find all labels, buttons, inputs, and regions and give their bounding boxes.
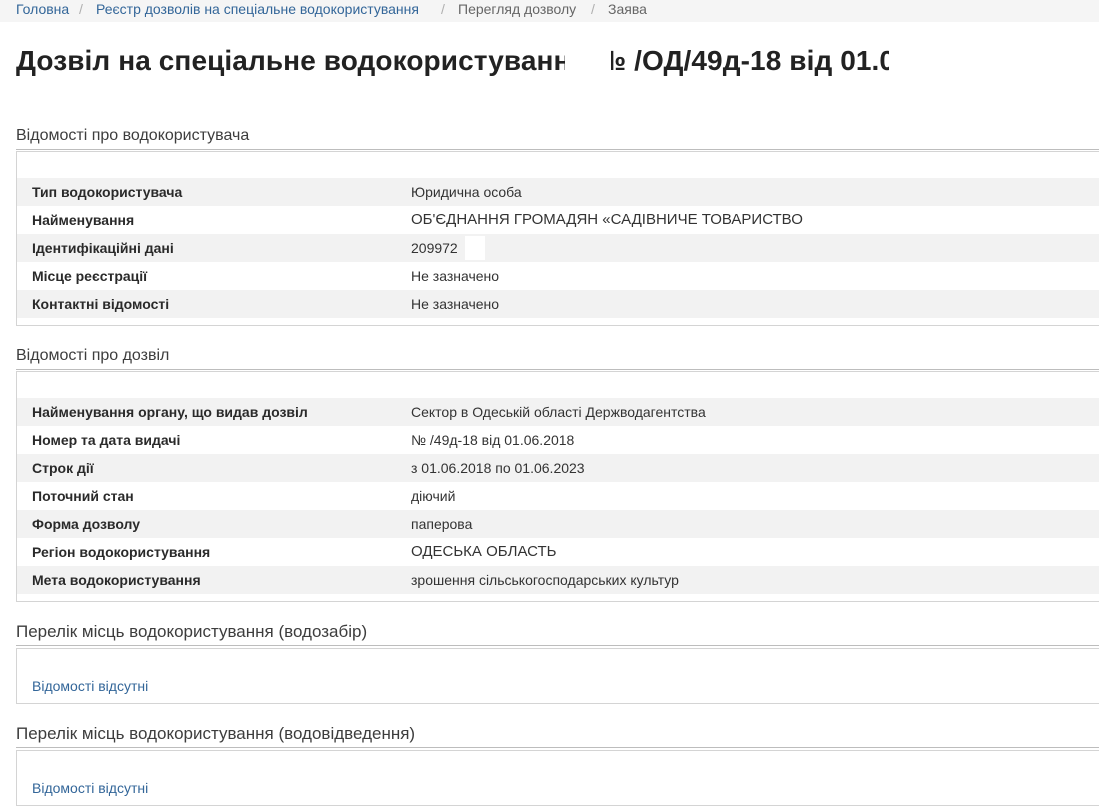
water-user-panel: Тип водокористувача Юридична особа Найме… xyxy=(16,151,1099,326)
row-value: з 01.06.2018 по 01.06.2023 xyxy=(411,460,585,476)
redaction-block xyxy=(565,44,611,78)
row-label: Тип водокористувача xyxy=(32,184,183,200)
row-label: Регіон водокористування xyxy=(32,544,211,560)
info-row-user-type: Тип водокористувача Юридична особа xyxy=(17,178,1099,206)
info-row-region: Регіон водокористування ОДЕСЬКА ОБЛАСТЬ xyxy=(17,538,1099,566)
row-label: Поточний стан xyxy=(32,488,134,504)
breadcrumb-home-link[interactable]: Головна xyxy=(16,0,69,19)
row-label: Мета водокористування xyxy=(32,572,201,588)
breadcrumb-current: Заява xyxy=(608,1,647,17)
info-row-issuing-authority: Найменування органу, що видав дозвіл Сек… xyxy=(17,398,1099,426)
row-label: Форма дозволу xyxy=(32,516,141,532)
row-value: № /49д-18 від 01.06.2018 xyxy=(411,432,575,448)
info-row-registration-place: Місце реєстрації Не зазначено xyxy=(17,262,1099,290)
row-label: Ідентифікаційні дані xyxy=(32,240,174,256)
page-title: Дозвіл на спеціальне водокористування № … xyxy=(16,45,889,76)
breadcrumb-view-permit-link[interactable]: Перегляд дозволу xyxy=(458,0,576,19)
row-label: Найменування органу, що видав дозвіл xyxy=(32,404,308,420)
info-row-name: Найменування ОБ'ЄДНАННЯ ГРОМАДЯН «САДІВН… xyxy=(17,206,1099,234)
breadcrumb-separator: / xyxy=(591,1,595,17)
row-label: Контактні відомості xyxy=(32,296,170,312)
info-row-validity: Строк дії з 01.06.2018 по 01.06.2023 xyxy=(17,454,1099,482)
info-row-contacts: Контактні відомості Не зазначено xyxy=(17,290,1099,318)
row-value: ОБ'ЄДНАННЯ ГРОМАДЯН «САДІВНИЧЕ ТОВАРИСТВ… xyxy=(411,211,803,228)
breadcrumb-separator: / xyxy=(79,1,83,17)
row-label: Номер та дата видачі xyxy=(32,432,181,448)
permit-panel: Найменування органу, що видав дозвіл Сек… xyxy=(16,371,1099,602)
section-title-permit: Відомості про дозвіл xyxy=(16,346,1099,370)
row-value: ОДЕСЬКА ОБЛАСТЬ xyxy=(411,543,557,560)
empty-state-text: Відомості відсутні xyxy=(32,780,149,796)
row-value: зрошення сільськогосподарських культур xyxy=(411,572,679,588)
row-value: 209972 xyxy=(411,240,458,256)
breadcrumb-registry-link[interactable]: Реєстр дозволів на спеціальне водокорист… xyxy=(96,0,419,19)
info-row-permit-form: Форма дозволу паперова xyxy=(17,510,1099,538)
section-title-water-user: Відомості про водокористувача xyxy=(16,126,1099,150)
row-value: діючий xyxy=(411,488,456,504)
row-label: Строк дії xyxy=(32,460,94,476)
row-value: Не зазначено xyxy=(411,268,500,284)
row-value: Сектор в Одеській області Держводагентст… xyxy=(411,404,706,420)
info-row-status: Поточний стан діючий xyxy=(17,482,1099,510)
redaction-block xyxy=(465,236,485,260)
row-value: Не зазначено xyxy=(411,296,500,312)
row-value: Юридична особа xyxy=(411,184,522,200)
empty-state-text: Відомості відсутні xyxy=(32,678,149,694)
info-row-id: Ідентифікаційні дані 209972 xyxy=(17,234,1099,262)
breadcrumb-separator: / xyxy=(441,1,445,17)
row-label: Найменування xyxy=(32,212,135,228)
info-row-purpose: Мета водокористування зрошення сільськог… xyxy=(17,566,1099,594)
row-label: Місце реєстрації xyxy=(32,268,148,284)
row-value: паперова xyxy=(411,516,473,532)
info-row-number-date: Номер та дата видачі № /49д-18 від 01.06… xyxy=(17,426,1099,454)
water-intake-panel: Відомості відсутні xyxy=(16,648,1099,704)
section-title-water-discharge: Перелік місць водокористування (водовідв… xyxy=(16,724,1099,748)
section-title-water-intake: Перелік місць водокористування (водозабі… xyxy=(16,622,1099,646)
redaction-block xyxy=(807,210,963,232)
water-discharge-panel: Відомості відсутні xyxy=(16,750,1099,806)
breadcrumb: Головна / Реєстр дозволів на спеціальне … xyxy=(0,0,1099,22)
